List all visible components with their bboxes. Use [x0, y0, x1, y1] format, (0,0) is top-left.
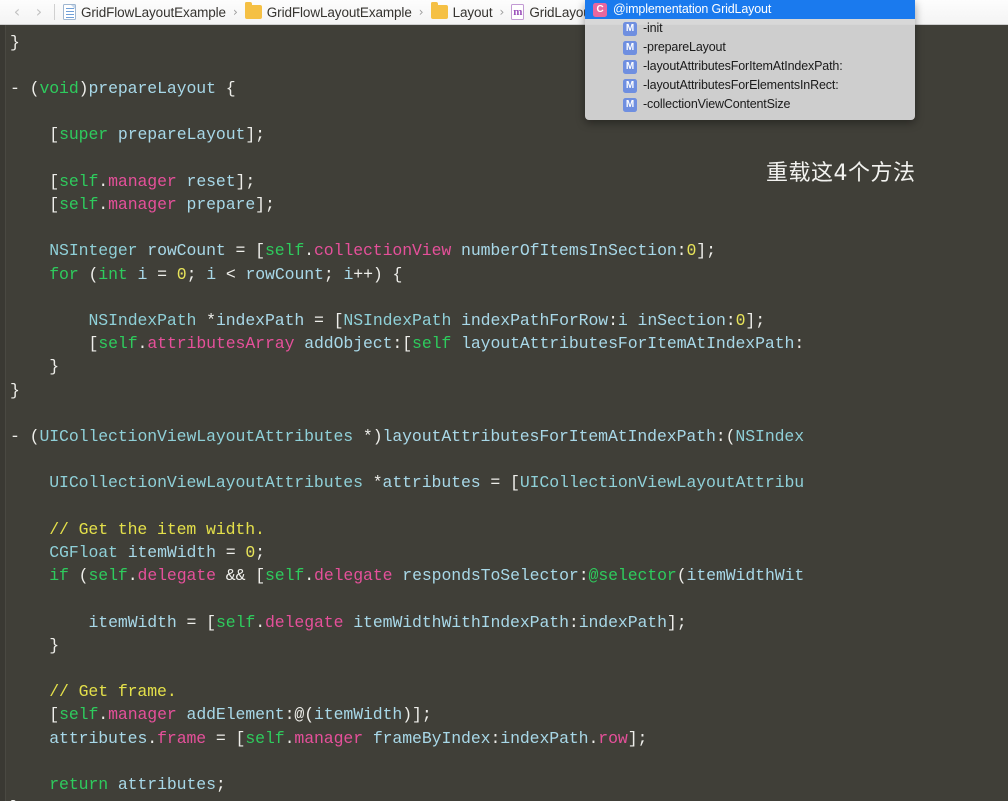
dropdown-item-label: -collectionViewContentSize	[643, 97, 791, 112]
breadcrumb-item-layout[interactable]: Layout	[430, 0, 494, 25]
breadcrumb-label-layout: Layout	[452, 4, 493, 20]
functions-dropdown-menu[interactable]: C @implementation GridLayout M -init M -…	[585, 0, 915, 120]
dropdown-item-layoutattributesforelementsinrect[interactable]: M -layoutAttributesForElementsInRect:	[585, 76, 915, 95]
breadcrumb-chevron-icon: ›	[418, 5, 424, 19]
dropdown-item-layoutattributesforitematindexpath[interactable]: M -layoutAttributesForItemAtIndexPath:	[585, 57, 915, 76]
annotation-text: 重载这4个方法	[766, 161, 916, 186]
back-arrow-icon[interactable]: ‹	[6, 1, 28, 23]
breadcrumb-chevron-icon: ›	[499, 5, 505, 19]
dropdown-item-label: -prepareLayout	[643, 40, 726, 55]
forward-arrow-icon[interactable]: ›	[28, 1, 50, 23]
dropdown-item-label: -layoutAttributesForElementsInRect:	[643, 78, 839, 93]
breadcrumb-item-group[interactable]: GridFlowLayoutExample	[244, 0, 413, 25]
method-badge-icon: M	[623, 78, 637, 93]
dropdown-item-label: @implementation GridLayout	[613, 2, 772, 17]
code-editor[interactable]: } - (void)prepareLayout { [super prepare…	[0, 25, 1008, 801]
breadcrumb-chevron-icon: ›	[232, 5, 238, 19]
folder-icon	[430, 2, 448, 19]
dropdown-item-label: -layoutAttributesForItemAtIndexPath:	[643, 59, 843, 74]
breadcrumb-divider	[54, 4, 55, 20]
dropdown-item-init[interactable]: M -init	[585, 19, 915, 38]
dropdown-item-collectionviewcontentsize[interactable]: M -collectionViewContentSize	[585, 95, 915, 114]
dropdown-item-preparelayout[interactable]: M -prepareLayout	[585, 38, 915, 57]
breadcrumb-label-project: GridFlowLayoutExample	[81, 4, 226, 20]
method-badge-icon: M	[623, 97, 637, 112]
source-code[interactable]: } - (void)prepareLayout { [super prepare…	[0, 31, 804, 801]
dropdown-item-label: -init	[643, 21, 663, 36]
method-badge-icon: M	[623, 40, 637, 55]
method-badge-icon: M	[623, 21, 637, 36]
project-doc-icon	[63, 4, 76, 20]
objc-m-file-icon: m	[511, 4, 525, 20]
class-badge-icon: C	[593, 2, 607, 17]
method-badge-icon: M	[623, 59, 637, 74]
breadcrumb-label-group: GridFlowLayoutExample	[266, 4, 412, 20]
dropdown-item-implementation[interactable]: C @implementation GridLayout	[585, 0, 915, 19]
breadcrumb-item-project[interactable]: GridFlowLayoutExample	[62, 0, 227, 25]
folder-icon	[244, 2, 262, 19]
